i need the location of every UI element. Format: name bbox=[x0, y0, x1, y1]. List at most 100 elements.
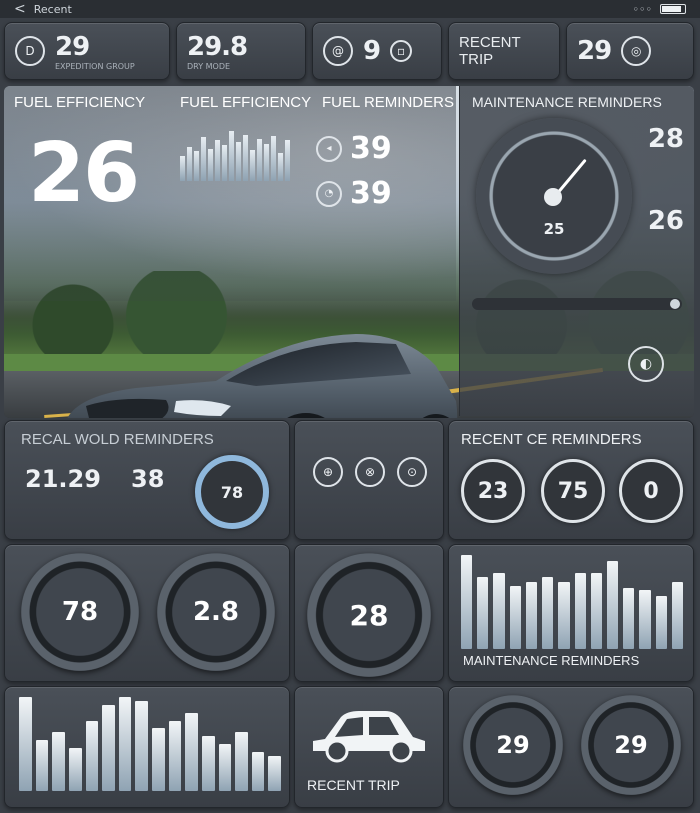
maintenance-bar bbox=[493, 573, 505, 649]
maintenance-side-value: 26 bbox=[647, 206, 684, 236]
mode-button-2[interactable]: ⊗ bbox=[355, 457, 385, 487]
history-bar bbox=[102, 704, 115, 791]
gauge-icon: ◔ bbox=[316, 180, 342, 207]
history-bar bbox=[19, 697, 32, 791]
history-bar bbox=[218, 744, 232, 791]
fuel-reminders-title: FUEL REMINDERS bbox=[322, 94, 454, 111]
history-bar bbox=[135, 700, 148, 791]
top-card-value: 29 bbox=[55, 31, 90, 62]
dial-value: 2.8 bbox=[192, 597, 240, 627]
recent-label: RECENT bbox=[459, 34, 521, 51]
spark-bar bbox=[201, 137, 206, 181]
maintenance-bar bbox=[671, 581, 684, 649]
fuel-efficiency-sparkline bbox=[180, 131, 290, 181]
slider-knob[interactable] bbox=[670, 299, 680, 309]
reminder-ring-2[interactable]: 75 bbox=[541, 459, 605, 523]
history-bar bbox=[118, 697, 132, 791]
fuel-pump-icon: @ bbox=[323, 36, 353, 66]
top-card-5[interactable]: 29 ◎ bbox=[566, 22, 694, 80]
maintenance-gauge: 25 bbox=[476, 118, 632, 274]
maintenance-bar bbox=[606, 561, 619, 649]
fuel-reminder-value: 39 bbox=[350, 176, 392, 211]
recent-reminders-panel: RECENT CE REMINDERS 23 75 0 bbox=[448, 420, 694, 540]
maintenance-title: MAINTENANCE REMINDERS bbox=[472, 94, 662, 110]
fuel-efficiency-title-2: FUEL EFFICIENCY bbox=[180, 94, 312, 111]
maintenance-bar bbox=[477, 577, 489, 649]
controls-panel: ⊕ ⊗ ⊙ bbox=[294, 420, 444, 540]
maintenance-slider[interactable] bbox=[472, 298, 682, 310]
recent-trip-panel[interactable]: RECENT TRIP bbox=[294, 686, 444, 808]
lock-icon: ▫ bbox=[390, 40, 413, 62]
mode-button-1[interactable]: ⊕ bbox=[313, 457, 343, 487]
service-icon[interactable]: ◐ bbox=[628, 346, 664, 382]
reminder-ring-value: 23 bbox=[477, 478, 509, 504]
back-icon[interactable]: < bbox=[14, 1, 26, 17]
history-bar bbox=[168, 720, 182, 791]
history-bars-panel bbox=[4, 686, 290, 808]
car-image bbox=[67, 334, 458, 418]
reminder-ring-value: 0 bbox=[643, 478, 659, 504]
settings-icon[interactable]: ◎ bbox=[621, 36, 652, 66]
spark-bar bbox=[243, 134, 248, 181]
reminder-ring-1[interactable]: 23 bbox=[461, 459, 525, 523]
recal-ring[interactable]: 78 bbox=[195, 455, 269, 529]
maintenance-panel: MAINTENANCE REMINDERS 25 28 26 ◐ bbox=[459, 86, 694, 416]
maintenance-side-1: 28 bbox=[648, 124, 684, 154]
spark-bar bbox=[194, 151, 199, 181]
history-bar bbox=[52, 732, 65, 791]
maintenance-bar bbox=[558, 581, 570, 649]
speedometer-value: 28 bbox=[349, 598, 389, 632]
maintenance-side-2: 26 bbox=[648, 206, 684, 236]
trip-ring-2[interactable]: 29 bbox=[581, 695, 681, 795]
arrow-icon: ◂ bbox=[316, 135, 342, 162]
spark-bar bbox=[264, 143, 269, 181]
car-icon bbox=[313, 711, 425, 763]
mode-button-3[interactable]: ⊙ bbox=[397, 457, 427, 487]
spark-bar bbox=[229, 131, 234, 181]
trip-ring-value: 29 bbox=[614, 731, 648, 759]
maintenance-bar bbox=[542, 577, 554, 649]
recal-value-2: 38 bbox=[131, 465, 165, 493]
maintenance-bar bbox=[623, 587, 635, 649]
status-bar: < Recent ◦◦◦ bbox=[0, 0, 700, 18]
maintenance-side-value: 28 bbox=[647, 124, 684, 154]
status-icons: ◦◦◦ bbox=[633, 3, 686, 16]
top-card-recent-trip[interactable]: RECENT TRIP bbox=[448, 22, 560, 80]
maintenance-gauge-value: 25 bbox=[543, 220, 565, 238]
top-card-1[interactable]: D 29 EXPEDITION GROUP bbox=[4, 22, 170, 80]
trip-ring-1[interactable]: 29 bbox=[463, 695, 563, 795]
speedometer-panel: 28 bbox=[294, 544, 444, 682]
dial-value: 78 bbox=[61, 597, 99, 627]
top-card-value: 29 bbox=[577, 36, 612, 66]
spark-bar bbox=[222, 144, 227, 181]
reminder-ring-value: 75 bbox=[557, 478, 589, 504]
history-bar bbox=[35, 740, 49, 791]
fuel-reminder-1[interactable]: ◂ 39 bbox=[316, 131, 392, 166]
fuel-efficiency-value: 26 bbox=[28, 126, 140, 221]
history-bar bbox=[85, 720, 99, 791]
drive-mode-icon: D bbox=[15, 36, 45, 66]
spark-bar bbox=[257, 138, 262, 181]
top-card-3[interactable]: @ 9 ▫ bbox=[312, 22, 442, 80]
fuel-reminder-2[interactable]: ◔ 39 bbox=[316, 176, 392, 211]
reminder-ring-3[interactable]: 0 bbox=[619, 459, 683, 523]
recal-reminders-panel: RECAL WOLD REMINDERS 21.29 38 78 bbox=[4, 420, 290, 540]
speedometer[interactable]: 28 bbox=[307, 553, 431, 677]
spark-bar bbox=[285, 139, 290, 181]
maintenance-bar bbox=[639, 589, 651, 649]
top-card-2[interactable]: 29.8 DRY MODE bbox=[176, 22, 306, 80]
spark-bar bbox=[271, 136, 276, 181]
history-bar bbox=[251, 751, 265, 791]
recent-trip-label: RECENT TRIP bbox=[307, 777, 400, 793]
screen-title: Recent bbox=[33, 2, 72, 16]
history-bar bbox=[152, 728, 165, 791]
dial-1[interactable]: 78 bbox=[21, 553, 139, 671]
spark-bar bbox=[180, 156, 185, 181]
hero-panel: FUEL EFFICIENCY FUEL EFFICIENCY FUEL REM… bbox=[4, 86, 694, 418]
maintenance-bar bbox=[461, 555, 473, 649]
spark-bar bbox=[236, 142, 241, 181]
top-card-caption: EXPEDITION GROUP bbox=[55, 61, 135, 71]
spark-bar bbox=[215, 139, 220, 181]
trip-rings-panel: 29 29 bbox=[448, 686, 694, 808]
dial-2[interactable]: 2.8 bbox=[157, 553, 275, 671]
